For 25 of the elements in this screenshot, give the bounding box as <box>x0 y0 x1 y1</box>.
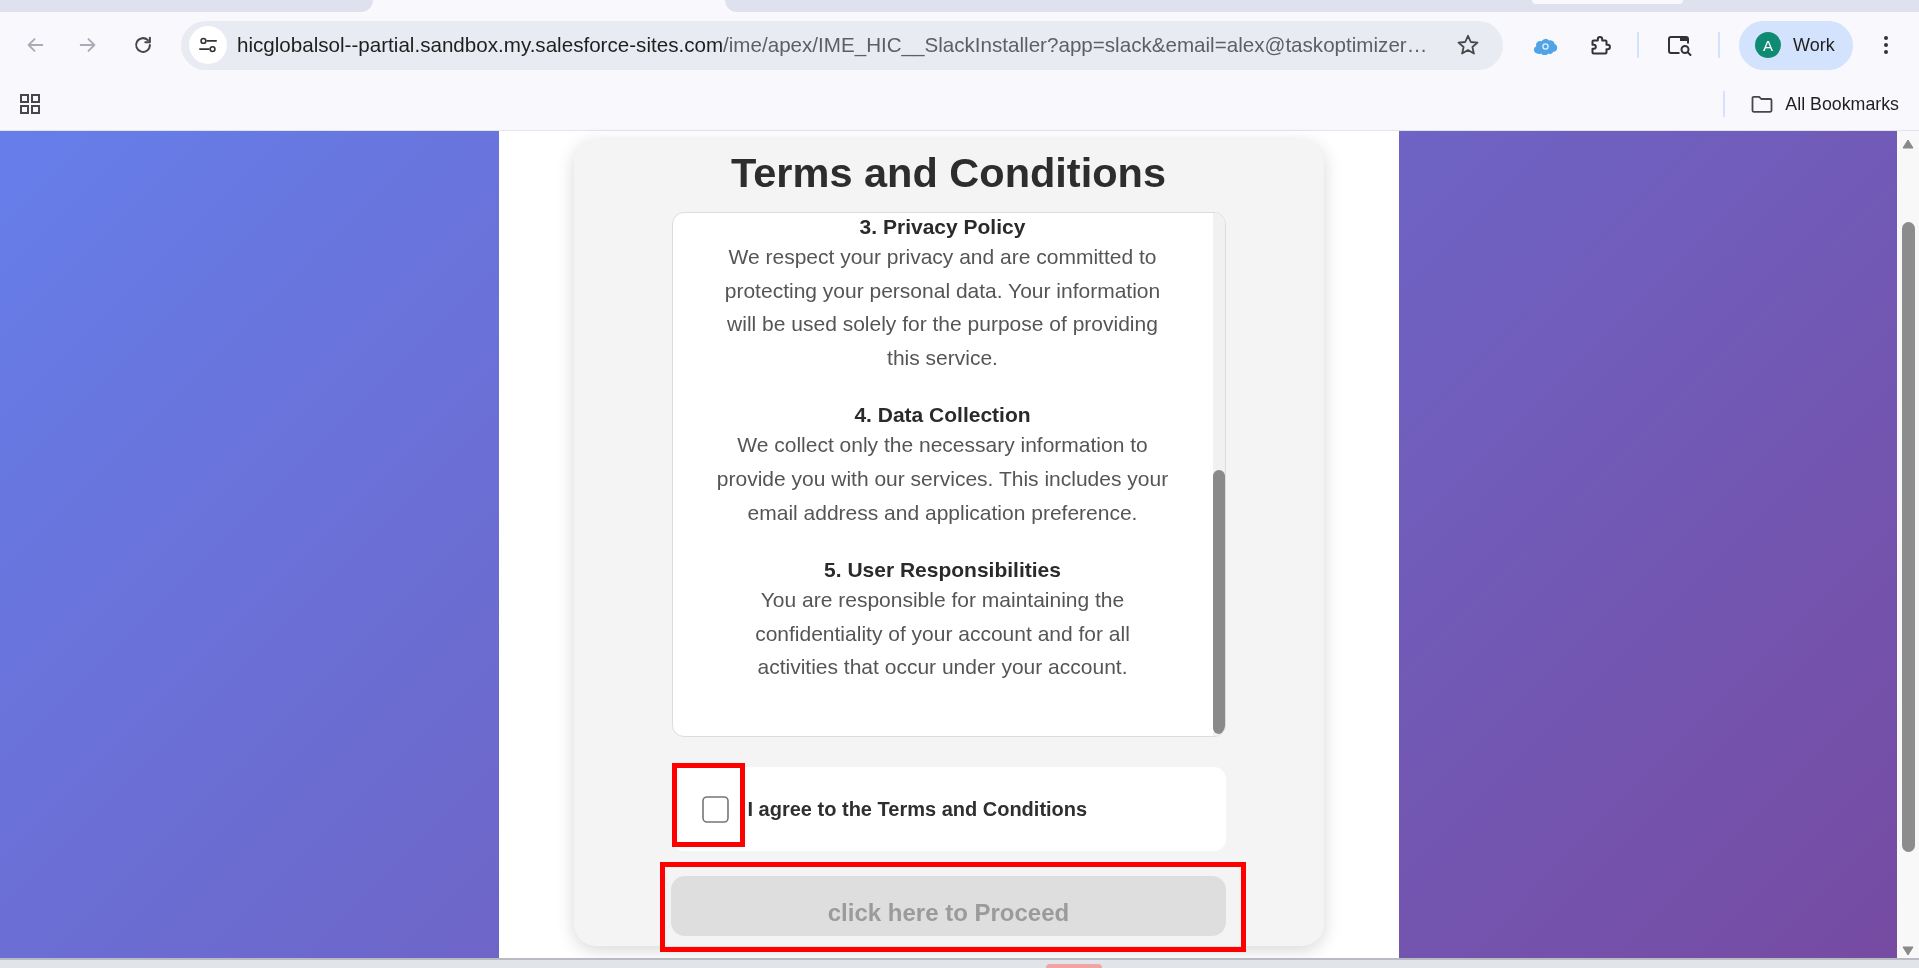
checkbox[interactable] <box>701 795 729 823</box>
scroll-down-icon[interactable] <box>1902 946 1914 956</box>
section-text: We collect only the necessary information to provide you with our services. This includes your email address and application preference. <box>716 432 1169 526</box>
section-text: We respect your privacy and are committed to protecting your personal data. Your information will be used solely for the purpose of providing this service. <box>724 244 1161 371</box>
section-heading: 4. Data Collection <box>853 402 1032 429</box>
site-info-button[interactable] <box>189 26 227 64</box>
apps-grid-icon[interactable] <box>19 93 41 115</box>
url-text: hicglobalsol--partial.sandbox.my.salesforce-sites.com/ime/apex/IME_HIC__SlackInstaller?app=slack&email=alex@taskoptimizer… <box>237 33 1428 57</box>
sliders-icon <box>198 35 218 55</box>
reload-icon[interactable] <box>132 34 154 56</box>
scroll-up-icon[interactable] <box>1902 139 1914 149</box>
scrollbar-thumb[interactable] <box>1212 470 1225 734</box>
tab-search-icon[interactable] <box>1667 33 1693 57</box>
star-icon[interactable] <box>1456 33 1480 57</box>
scrollbar-thumb[interactable] <box>1901 222 1915 852</box>
section-text: You are responsible for maintaining the confidentiality of your account and for all activities that occur under your account. <box>755 587 1130 681</box>
section-heading: 3. Privacy Policy <box>858 214 1027 240</box>
address-bar[interactable]: hicglobalsol--partial.sandbox.my.salesforce-sites.com/ime/apex/IME_HIC__SlackInstaller?app=slack&email=alex@taskoptimizer… <box>181 20 1503 70</box>
avatar: A <box>1755 32 1781 58</box>
bookmark-folder[interactable]: All Bookmarks <box>1750 92 1899 116</box>
puzzle-icon[interactable] <box>1588 33 1612 57</box>
agreement-label: I agree to the Terms and Conditions <box>747 797 1088 821</box>
page-title: Terms and Conditions <box>731 150 1166 196</box>
section-heading: 5. User Responsibilities <box>823 557 1062 584</box>
profile-button[interactable]: A Work <box>1739 20 1853 70</box>
